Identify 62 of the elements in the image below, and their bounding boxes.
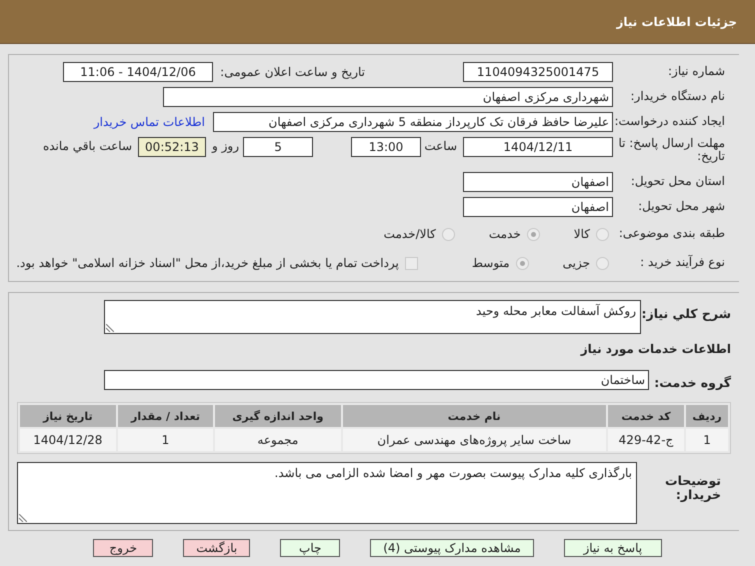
option-label: متوسط xyxy=(472,256,510,270)
radio-button[interactable] xyxy=(596,228,609,240)
field-label: طبقه بندی موضوعی: xyxy=(618,227,725,241)
column-header: تعداد / مقدار xyxy=(118,405,214,427)
column-header: کد خدمت xyxy=(608,405,684,427)
table-cell: مجموعه xyxy=(215,429,341,451)
field-label: شهر محل تحویل: xyxy=(637,200,725,214)
table-cell: 1 xyxy=(686,429,728,451)
announce-date-field: 1404/12/06 - 11:06 xyxy=(63,62,213,82)
payment-label: پرداخت تمام یا بخشی از مبلغ خرید،از محل "اسناد خزانه اسلامی" خواهد بود. xyxy=(16,256,399,270)
notes-field: بارگذاری کلیه مدارک پیوست بصورت مهر و امضا شده الزامی می باشد. xyxy=(17,462,637,524)
table-cell: ج-42-429 xyxy=(608,429,684,451)
radio-button[interactable] xyxy=(526,228,540,240)
column-header: واحد اندازه گیری xyxy=(215,405,341,427)
creator-field: علیرضا حافظ فرقان تک کارپرداز منطقه 5 شهرداری مرکزی اصفهان xyxy=(213,112,613,132)
action-button[interactable]: بازگشت xyxy=(183,539,250,557)
province-field: اصفهان xyxy=(463,172,613,192)
field-label: شماره نیاز: xyxy=(667,65,725,79)
action-button[interactable]: چاپ xyxy=(280,539,340,557)
option-label: خدمت xyxy=(488,227,521,241)
page-title: جزئیات اطلاعات نیاز xyxy=(616,14,737,28)
field-label: توضیحات خریدار: xyxy=(664,474,722,502)
buyer-contact-link[interactable]: اطلاعات تماس خریدار xyxy=(94,115,205,129)
remaining-time-field: 00:52:13 xyxy=(138,137,206,157)
field-label: تاریخ و ساعت اعلان عمومی: xyxy=(219,65,365,79)
field-label: ایجاد کننده درخواست: xyxy=(613,115,725,129)
field-label: گروه خدمت: xyxy=(653,376,731,390)
description-field: روکش آسفالت معابر محله وحید xyxy=(104,300,641,334)
days-field: 5 xyxy=(243,137,313,157)
field-label: ساعت باقي مانده xyxy=(42,139,132,153)
field-label: نام دستگاه خریدار: xyxy=(630,90,725,104)
need-number-field: 1104094325001475 xyxy=(463,62,613,82)
column-header: ردیف xyxy=(686,405,728,427)
section-title: اطلاعات خدمات مورد نیاز xyxy=(580,342,731,356)
radio-button[interactable] xyxy=(596,256,609,270)
field-label: روز و xyxy=(212,139,239,153)
radio-button[interactable] xyxy=(516,256,529,270)
field-label: شرح کلي نياز: xyxy=(641,307,731,321)
city-field: اصفهان xyxy=(463,197,613,217)
table-cell: ساخت سایر پروژه‌های مهندسی عمران xyxy=(342,429,606,451)
action-button[interactable]: خروج xyxy=(93,539,154,557)
action-button[interactable]: مشاهده مدارک پیوستی (4) xyxy=(370,539,534,557)
field-label: ساعت xyxy=(423,139,457,153)
resize-grip-icon xyxy=(19,514,27,522)
option-label: کالا xyxy=(574,227,590,241)
action-button[interactable]: پاسخ به نیاز xyxy=(564,539,662,557)
table-cell: 1404/12/28 xyxy=(20,429,116,451)
column-header: نام خدمت xyxy=(342,405,606,427)
field-label: استان محل تحویل: xyxy=(630,175,725,189)
field-label: نوع فرآیند خرید : xyxy=(639,256,725,270)
checkbox[interactable] xyxy=(404,256,418,270)
option-label: کالا/خدمت xyxy=(384,227,436,241)
service-group-field: ساختمان xyxy=(104,370,649,390)
deadline-time-field: 13:00 xyxy=(351,137,421,157)
field-label: مهلت ارسال پاسخ: تا تاریخ: xyxy=(617,137,725,164)
column-header: تاریخ نیاز xyxy=(20,405,116,427)
option-label: جزیی xyxy=(562,256,590,270)
buyer-field: شهرداری مرکزی اصفهان xyxy=(163,87,613,107)
table-cell: 1 xyxy=(118,429,214,451)
deadline-date-field: 1404/12/11 xyxy=(463,137,613,157)
radio-button[interactable] xyxy=(442,228,455,240)
resize-grip-icon xyxy=(106,324,114,332)
